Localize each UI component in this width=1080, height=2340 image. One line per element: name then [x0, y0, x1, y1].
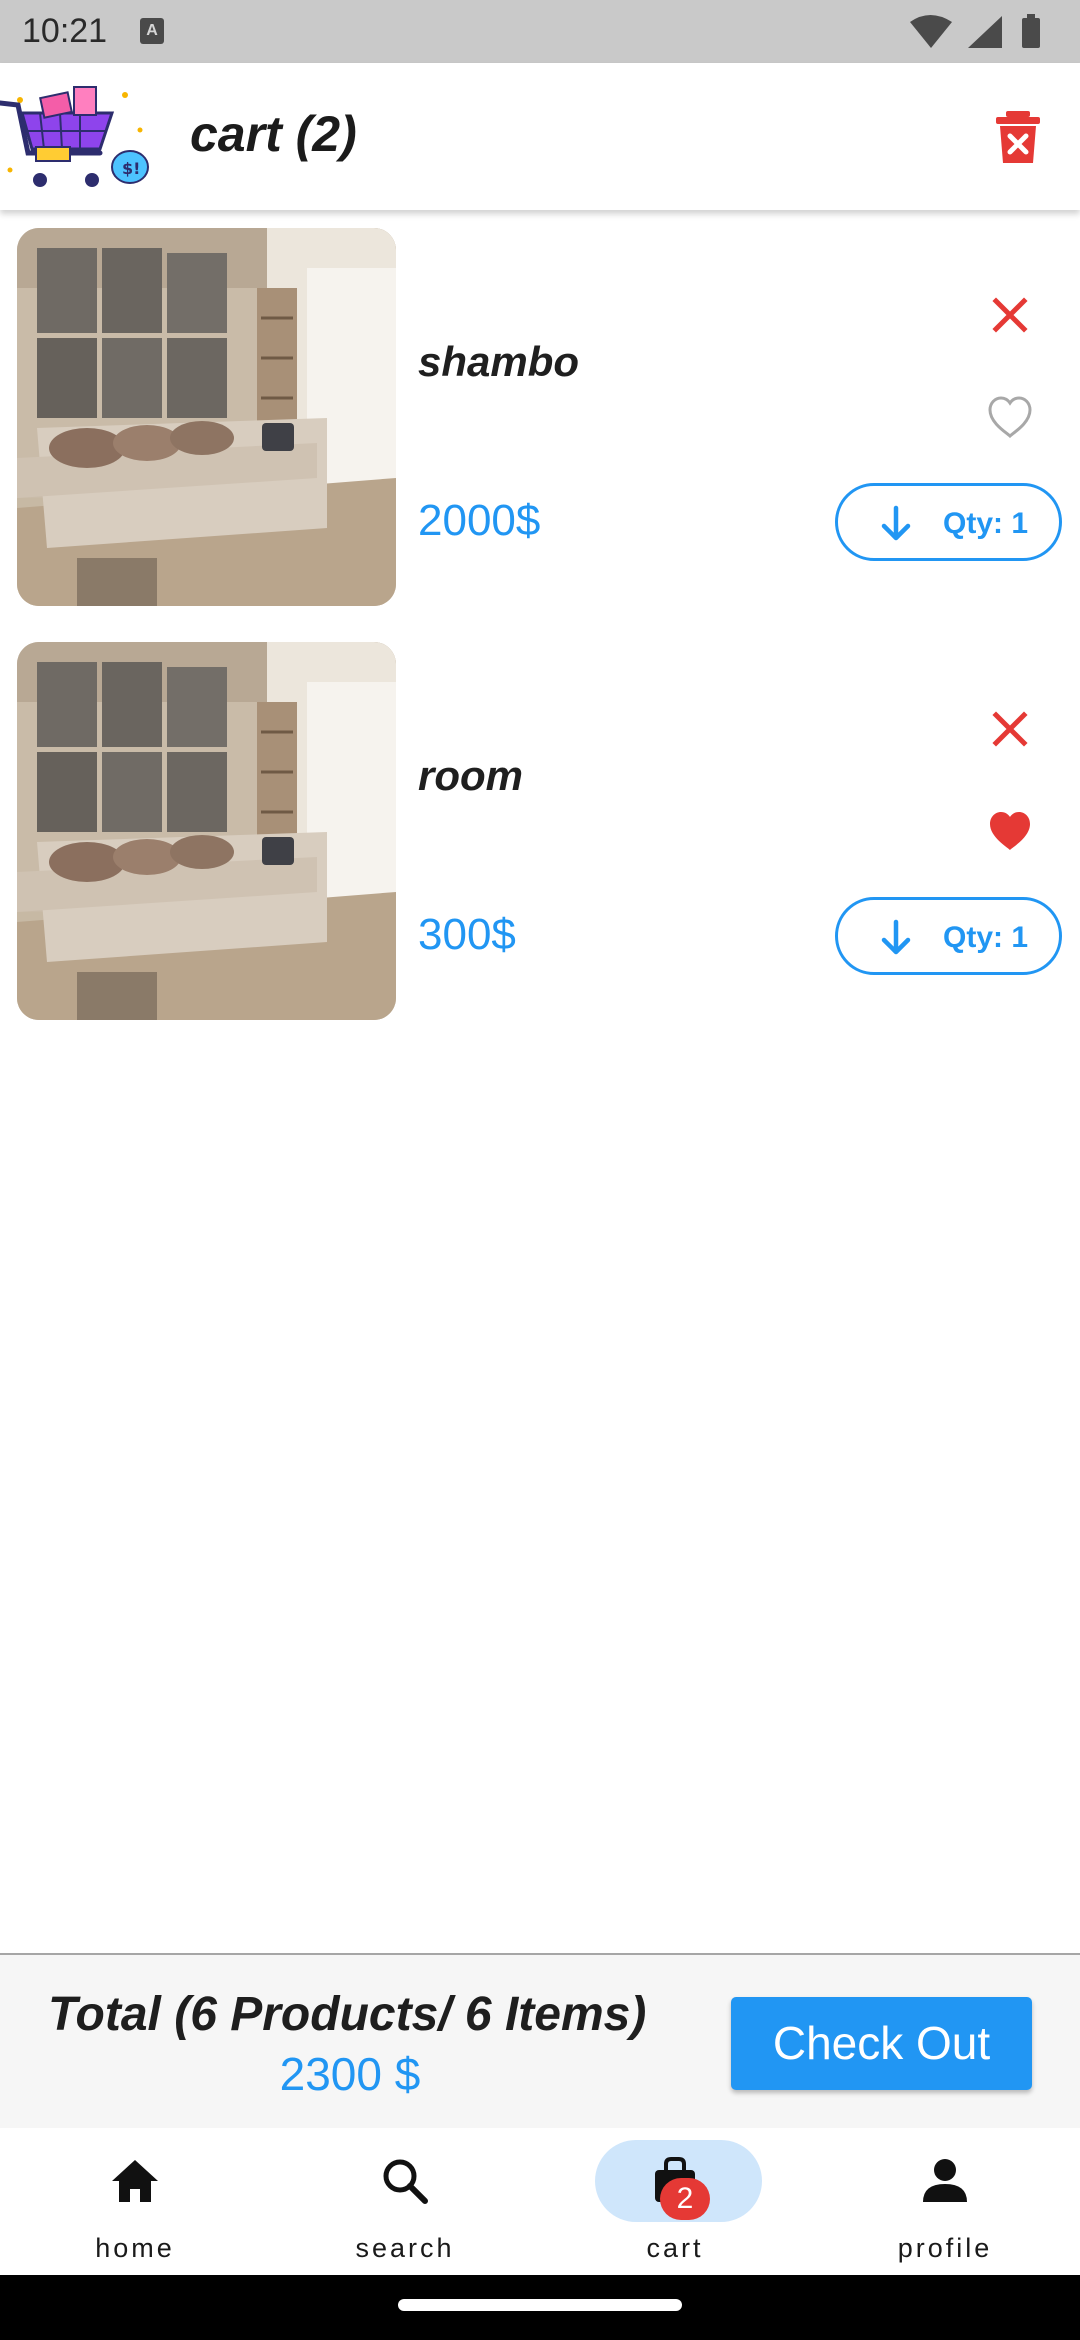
heart-filled-icon[interactable] [985, 807, 1035, 857]
nav-label-profile: profile [897, 2233, 993, 2263]
system-navigation-area [0, 2275, 1080, 2340]
quantity-button[interactable]: Qty: 1 [835, 483, 1062, 561]
total-label: Total (6 Products/ 6 Items) [48, 1988, 647, 2041]
wifi-icon [910, 15, 952, 48]
bottom-navigation: home search cart 2 profile [0, 2128, 1080, 2275]
home-icon [112, 2160, 158, 2202]
product-name: shambo [418, 338, 580, 385]
product-image [17, 228, 396, 606]
remove-item-icon[interactable] [985, 704, 1035, 754]
quantity-button[interactable]: Qty: 1 [835, 897, 1062, 975]
status-time: 10:21 [22, 12, 108, 50]
product-price: 2000$ [418, 496, 541, 545]
cart-count-badge: 2 [660, 2178, 710, 2220]
arrow-down-icon [881, 505, 911, 541]
person-icon [923, 2159, 967, 2202]
svg-text:$!: $! [122, 159, 140, 178]
remove-item-icon[interactable] [985, 290, 1035, 340]
nav-label-search: search [355, 2233, 455, 2263]
status-indicators [910, 14, 1040, 48]
heart-outline-icon[interactable] [985, 393, 1035, 443]
nav-label-cart: cart [646, 2233, 704, 2263]
notification-icon: A [140, 18, 164, 44]
checkout-bar: Total (6 Products/ 6 Items) 2300 $ Check… [0, 1953, 1080, 2128]
nav-item-home[interactable]: home [0, 2128, 270, 2275]
nav-item-profile[interactable]: profile [810, 2128, 1080, 2275]
signal-icon [968, 16, 1002, 48]
home-gesture-handle[interactable] [398, 2299, 682, 2311]
cart-item[interactable]: room 300$ Qty: 1 [0, 642, 1080, 1032]
nav-item-search[interactable]: search [270, 2128, 540, 2275]
page-title: cart (2) [190, 106, 357, 162]
battery-icon [1022, 18, 1040, 48]
search-icon [383, 2159, 428, 2204]
delete-all-icon[interactable] [990, 109, 1046, 165]
arrow-down-icon [881, 919, 911, 955]
quantity-label: Qty: 1 [943, 507, 1029, 540]
product-name: room [418, 752, 523, 799]
checkout-button[interactable]: Check Out [731, 1997, 1032, 2090]
product-price: 300$ [418, 910, 516, 959]
status-bar: 10:21 A [0, 0, 1080, 63]
product-image [17, 642, 396, 1020]
cart-logo-icon: $! [0, 86, 149, 187]
total-amount: 2300 $ [279, 2048, 421, 2100]
cart-item[interactable]: shambo 2000$ Qty: 1 [0, 228, 1080, 618]
app-bar: $! cart (2) [0, 63, 1080, 210]
app-screen: 10:21 A $! cart (2) shambo 2000$ Qty: 1 … [0, 0, 1080, 2340]
quantity-label: Qty: 1 [943, 921, 1029, 954]
nav-label-home: home [95, 2233, 175, 2263]
